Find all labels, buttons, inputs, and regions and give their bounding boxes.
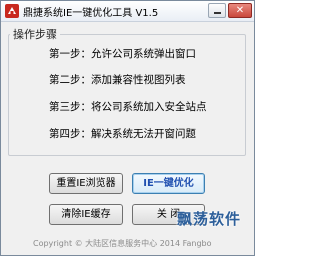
step-1-label: 第一步：允许公司系统弹出窗口 — [49, 48, 196, 60]
app-logo-icon — [5, 4, 19, 18]
step-2-label: 第二步：添加兼容性视图列表 — [49, 74, 186, 86]
steps-group-title: 操作步骤 — [10, 26, 60, 42]
close-window-button[interactable]: ✕ — [228, 3, 252, 18]
title-bar[interactable]: 鼎捷系统IE一键优化工具 V1.5 ✕ — [1, 1, 254, 22]
copyright-text: Copyright © 大陆区信息服务中心 2014 Fangbo — [33, 239, 212, 248]
watermark-logo: 飘荡软件 — [177, 210, 242, 228]
step-3-label: 第三步：将公司系统加入安全站点 — [49, 101, 207, 113]
reset-ie-button[interactable]: 重置IE浏览器 — [49, 173, 123, 194]
window-title: 鼎捷系统IE一键优化工具 V1.5 — [23, 8, 159, 19]
step-4-label: 第四步：解决系统无法开窗问题 — [49, 128, 196, 140]
app-window: 鼎捷系统IE一键优化工具 V1.5 ✕ 操作步骤 第一步：允许公司系统弹出窗口 … — [0, 0, 255, 256]
clear-ie-cache-button[interactable]: 清除IE缓存 — [49, 204, 123, 225]
ie-optimize-button[interactable]: IE一键优化 — [132, 173, 205, 194]
minimize-button[interactable] — [208, 3, 226, 18]
